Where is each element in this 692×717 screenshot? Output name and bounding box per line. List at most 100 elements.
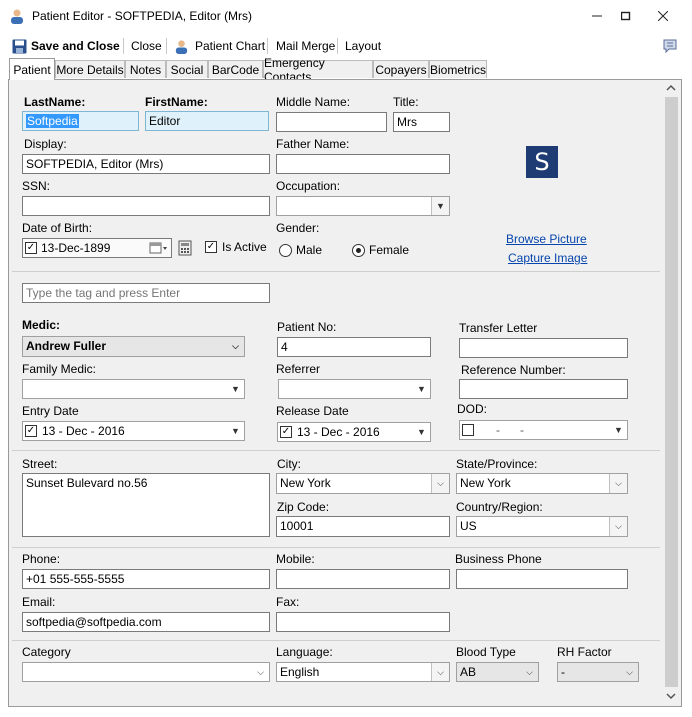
rh-factor-combo[interactable]: - ⌵ (557, 662, 639, 682)
chevron-down-icon[interactable]: ▼ (431, 197, 449, 215)
scroll-down-icon[interactable] (666, 692, 676, 700)
chevron-down-icon[interactable]: ▼ (610, 421, 627, 439)
browse-picture-link[interactable]: Browse Picture (506, 232, 587, 246)
occupation-combo[interactable]: ▼ (276, 196, 450, 216)
patient-chart-label: Patient Chart (195, 39, 266, 53)
calculator-icon[interactable] (178, 240, 192, 256)
dod-checkbox[interactable] (462, 424, 474, 436)
patient-chart-button[interactable]: Patient Chart (174, 37, 265, 55)
entry-date-value: 13 - Dec - 2016 (42, 424, 125, 438)
chevron-down-icon[interactable]: ⌵ (521, 663, 538, 681)
tab-biometrics[interactable]: Biometrics (429, 60, 487, 78)
dob-checkbox[interactable]: ✓ (25, 242, 37, 254)
layout-button[interactable]: Layout (345, 37, 381, 55)
capture-image-link[interactable]: Capture Image (508, 251, 587, 265)
save-and-close-button[interactable]: Save and Close (12, 37, 120, 55)
gender-female-radio[interactable] (352, 244, 365, 257)
chevron-down-icon[interactable]: ⌵ (227, 337, 244, 356)
entry-date-checkbox[interactable]: ✓ (25, 425, 37, 437)
chevron-down-icon[interactable]: ▼ (227, 422, 244, 440)
middle-name-input[interactable] (276, 112, 387, 132)
chevron-down-icon[interactable]: ⌵ (609, 474, 627, 493)
chat-button[interactable] (662, 37, 678, 55)
street-textarea[interactable]: Sunset Bulevard no.56 (22, 473, 270, 537)
referrer-combo[interactable]: ▼ (278, 379, 431, 399)
chevron-down-icon[interactable]: ⌵ (431, 663, 449, 681)
fax-input[interactable] (276, 612, 450, 632)
save-and-close-label: Save and Close (31, 39, 120, 53)
display-input[interactable]: SOFTPEDIA, Editor (Mrs) (22, 154, 270, 174)
patient-chart-icon (175, 39, 188, 54)
business-phone-label: Business Phone (455, 552, 542, 566)
phone-input[interactable]: +01 555-555-5555 (22, 569, 270, 589)
calendar-dropdown-icon[interactable] (149, 241, 169, 255)
chevron-down-icon[interactable]: ⌵ (431, 474, 449, 493)
close-window-button[interactable] (648, 4, 678, 28)
country-combo[interactable]: US ⌵ (456, 516, 628, 537)
ssn-input[interactable] (22, 196, 270, 216)
medic-combo[interactable]: Andrew Fuller ⌵ (22, 336, 245, 357)
blood-type-combo[interactable]: AB ⌵ (456, 662, 539, 682)
category-combo[interactable]: ⌵ (22, 662, 270, 682)
phone-label: Phone: (22, 552, 61, 566)
scroll-up-icon[interactable] (666, 84, 676, 92)
release-date-checkbox[interactable]: ✓ (280, 426, 292, 438)
patient-no-input[interactable]: 4 (277, 337, 431, 357)
father-name-input[interactable] (276, 154, 450, 174)
mail-merge-button[interactable]: Mail Merge (276, 37, 335, 55)
chevron-down-icon[interactable]: ⌵ (252, 663, 269, 681)
chevron-down-icon[interactable]: ▼ (227, 380, 244, 398)
transfer-letter-input[interactable] (459, 338, 628, 358)
referrer-label: Referrer (276, 362, 321, 376)
patient-no-label: Patient No: (277, 320, 337, 334)
close-button[interactable]: Close (131, 37, 162, 55)
tab-social[interactable]: Social (166, 60, 208, 78)
section-divider (12, 547, 660, 548)
first-name-input[interactable]: Editor (145, 111, 269, 131)
tab-more-details[interactable]: More Details (55, 60, 125, 78)
language-combo[interactable]: English ⌵ (276, 662, 450, 682)
zip-input[interactable]: 10001 (276, 516, 450, 537)
toolbar-separator (123, 38, 124, 54)
email-label: Email: (22, 595, 56, 609)
title-input[interactable]: Mrs (393, 112, 450, 132)
mail-merge-label: Mail Merge (276, 39, 336, 53)
maximize-button[interactable] (611, 4, 641, 28)
section-divider (12, 271, 660, 272)
city-combo[interactable]: New York ⌵ (276, 473, 450, 494)
family-medic-label: Family Medic: (22, 362, 97, 376)
tab-emergency-contacts[interactable]: Emergency Contacts (263, 56, 373, 84)
first-name-label: FirstName: (145, 95, 208, 109)
chevron-down-icon[interactable]: ▼ (413, 380, 430, 398)
tab-patient[interactable]: Patient (9, 58, 55, 80)
reference-number-input[interactable] (459, 379, 628, 399)
tab-notes[interactable]: Notes (125, 60, 166, 78)
mobile-input[interactable] (276, 569, 450, 589)
email-input[interactable]: softpedia@softpedia.com (22, 612, 270, 632)
chevron-down-icon[interactable]: ▼ (413, 423, 430, 441)
scrollbar-thumb[interactable] (665, 97, 678, 687)
tab-copayers[interactable]: Copayers (373, 60, 429, 78)
rh-factor-label: RH Factor (557, 645, 612, 659)
tag-input[interactable] (22, 283, 270, 303)
toolbar-separator (166, 38, 167, 54)
gender-male-radio[interactable] (279, 244, 292, 257)
state-combo[interactable]: New York ⌵ (456, 473, 628, 494)
chevron-down-icon[interactable]: ⌵ (621, 663, 638, 681)
country-label: Country/Region: (456, 500, 543, 514)
dod-label: DOD: (457, 402, 487, 416)
family-medic-combo[interactable]: ▼ (22, 379, 245, 399)
tab-barcode[interactable]: BarCode (208, 60, 263, 78)
reference-number-label: Reference Number: (461, 363, 566, 377)
middle-name-label: Middle Name: (276, 95, 351, 109)
dob-value: 13-Dec-1899 (41, 241, 111, 255)
is-active-checkbox[interactable]: ✓ (205, 241, 217, 253)
minimize-button[interactable] (582, 4, 612, 28)
save-icon (12, 39, 27, 53)
business-phone-input[interactable] (456, 569, 628, 589)
last-name-input[interactable]: Softpedia (22, 111, 139, 131)
chevron-down-icon[interactable]: ⌵ (609, 517, 627, 536)
dod-picker[interactable]: ▼ (459, 420, 628, 440)
release-date-label: Release Date (276, 404, 349, 418)
transfer-letter-label: Transfer Letter (459, 321, 538, 335)
